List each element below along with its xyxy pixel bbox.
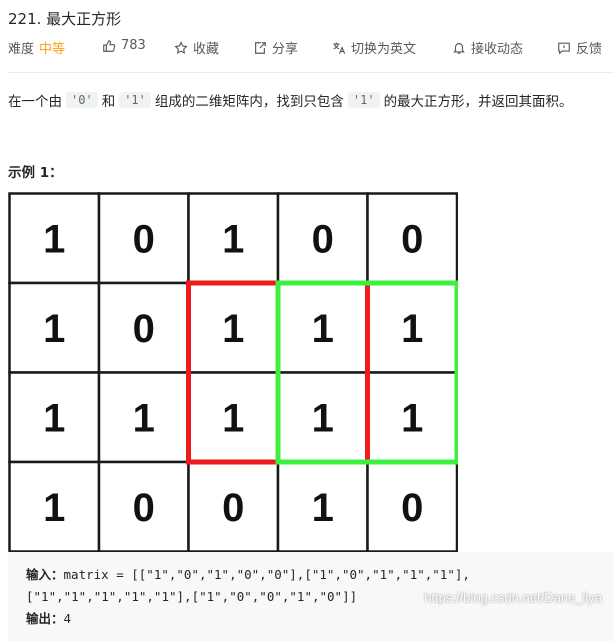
- share-button[interactable]: 分享: [253, 38, 298, 57]
- input-label: 输入：: [26, 567, 64, 582]
- matrix-cell-value: 0: [401, 217, 423, 261]
- inline-code-one: '1': [119, 92, 151, 108]
- favorite-button[interactable]: 收藏: [174, 38, 219, 57]
- feedback-button[interactable]: 反馈: [557, 38, 602, 57]
- problem-title: 221. 最大正方形: [8, 10, 122, 28]
- matrix-illustration: 1 0 1 0 0 1 0 1 1 1 1 1 1 1 1 1 0 0 1 0: [8, 192, 458, 552]
- like-count: 783: [121, 38, 146, 53]
- notify-button[interactable]: 接收动态: [452, 38, 523, 57]
- matrix-cell-value: 1: [401, 396, 423, 440]
- matrix-cell-value: 1: [312, 486, 334, 530]
- matrix-cell-value: 1: [133, 396, 155, 440]
- inline-code-one-2: '1': [347, 92, 380, 108]
- matrix-cell-value: 0: [133, 307, 155, 351]
- switch-language-label: 切换为英文: [351, 42, 417, 57]
- notify-label: 接收动态: [471, 42, 524, 57]
- matrix-cell-value: 1: [43, 307, 65, 351]
- matrix-cell-value: 0: [222, 486, 244, 530]
- output-line: 输出：4: [26, 608, 596, 630]
- feedback-label: 反馈: [576, 42, 603, 57]
- output-label: 输出：: [26, 611, 64, 626]
- description-text-1: 在一个由: [8, 94, 62, 110]
- share-icon: [253, 41, 267, 55]
- divider: [8, 72, 614, 73]
- matrix-cell-value: 1: [222, 307, 244, 351]
- matrix-cell-value: 1: [222, 396, 244, 440]
- matrix-cell-value: 1: [43, 396, 65, 440]
- matrix-cell-value: 0: [133, 486, 155, 530]
- feedback-icon: [557, 41, 571, 55]
- star-icon: [174, 40, 188, 55]
- example-title: 示例 1：: [8, 165, 63, 181]
- like-button[interactable]: 783: [102, 38, 146, 53]
- matrix-cell-value: 1: [43, 217, 65, 261]
- problem-description: 在一个由 '0' 和 '1' 组成的二维矩阵内，找到只包含 '1' 的最大正方形…: [8, 90, 573, 110]
- favorite-label: 收藏: [193, 42, 220, 57]
- problem-meta-bar: 难度 中等 783 收藏 分享 切换为英文 接收动态 反馈: [8, 38, 608, 57]
- difficulty-label: 难度: [8, 42, 35, 57]
- input-value-line1: matrix = [["1","0","1","0","0"],["1","0"…: [63, 567, 470, 582]
- matrix-cell-value: 1: [312, 396, 334, 440]
- difficulty-value: 中等: [39, 42, 66, 57]
- inline-code-zero: '0': [66, 92, 98, 108]
- matrix-cell-value: 0: [133, 217, 155, 261]
- translate-icon: [332, 41, 346, 55]
- matrix-cell-value: 1: [43, 486, 65, 530]
- switch-language-button[interactable]: 切换为英文: [332, 38, 416, 57]
- thumbs-up-icon: [102, 39, 116, 53]
- matrix-cell-value: 1: [222, 217, 244, 261]
- share-label: 分享: [272, 42, 299, 57]
- description-text-2: 和: [101, 94, 116, 110]
- description-text-4: 的最大正方形，并返回其面积。: [383, 94, 573, 110]
- matrix-cell-value: 0: [312, 217, 334, 261]
- watermark: https://blog.csdn.net/Dane_liya: [424, 590, 602, 605]
- output-value: 4: [63, 611, 72, 626]
- description-text-3: 组成的二维矩阵内，找到只包含: [154, 94, 344, 110]
- input-line: 输入：matrix = [["1","0","1","0","0"],["1",…: [26, 564, 596, 586]
- bell-icon: [452, 41, 466, 55]
- difficulty: 难度 中等: [8, 38, 65, 57]
- matrix-cell-value: 1: [312, 307, 334, 351]
- matrix-cell-value: 1: [401, 307, 423, 351]
- matrix-cell-value: 0: [401, 486, 423, 530]
